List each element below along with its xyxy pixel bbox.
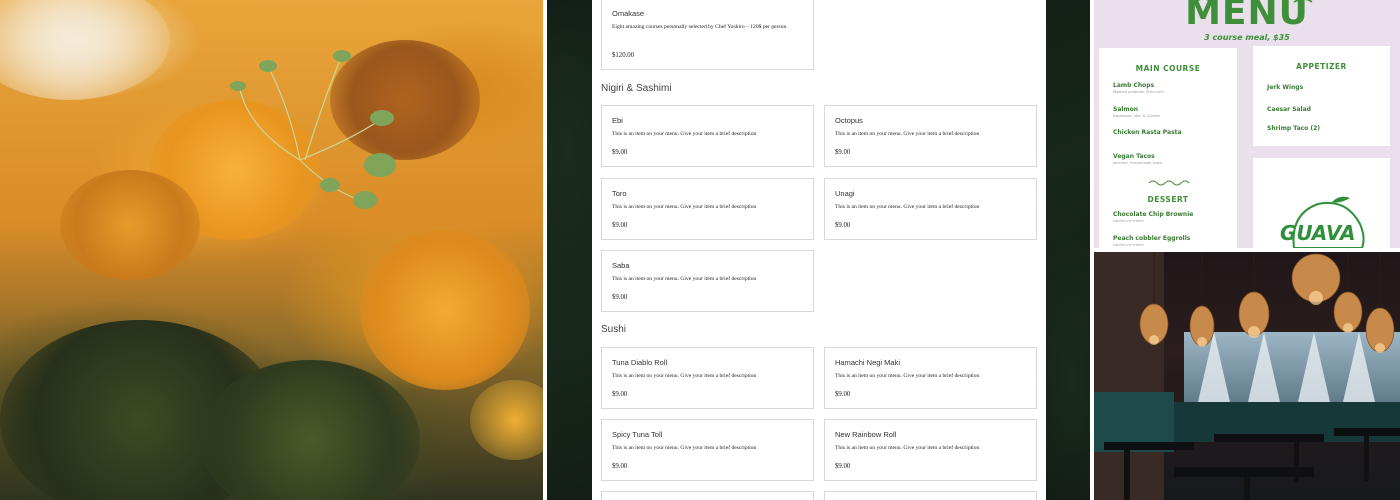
menu-item-octopus[interactable]: Octopus This is an item on your menu. Gi… [824,105,1037,167]
section-title-sushi: Sushi [601,324,627,335]
menu-item-name: Toro [612,189,627,198]
flyer-subtitle: 3 course meal, $35 [1204,33,1290,42]
menu-item-unagi[interactable]: Unagi This is an item on your menu. Give… [824,178,1037,240]
menu-item-description: This is an item on your menu. Give your … [612,276,757,282]
flyer-item-name: Peach cobbler Eggrolls [1113,235,1191,242]
flyer-item-note: Mashed potatoes, Broccolini [1113,90,1164,94]
menu-item-price: $9.00 [612,294,628,301]
main-course-heading: MAIN COURSE [1135,64,1201,73]
menu-item-price: $9.00 [612,149,628,156]
flyer-item-name: Chocolate Chip Brownie [1113,211,1194,218]
menu-item-spicy-tuna-toll[interactable]: Spicy Tuna Toll This is an item on your … [601,419,814,481]
flyer-title: MENU [1185,0,1309,33]
flyer-item-name: Vegan Tacos [1113,153,1155,160]
menu-item-description: This is an item on your menu. Give your … [835,131,980,137]
flyer-item-name: Chicken Rasta Pasta [1113,129,1182,136]
flyer-item-note: Jackfruit, Housemade salsa [1113,161,1162,165]
menu-item-partial[interactable] [601,491,814,500]
menu-item-hamachi-negi-maki[interactable]: Hamachi Negi Maki This is an item on you… [824,347,1037,409]
restaurant-interior-photo [1094,252,1400,500]
menu-item-price: $9.00 [835,391,851,398]
menu-item-price: $9.00 [835,222,851,229]
appetizer-column: APPETIZER Jerk Wings Caesar Salad Shrimp… [1253,46,1390,146]
guava-logo: GUAVA [1280,196,1365,248]
section-title-nigiri: Nigiri & Sashimi [601,83,672,94]
logo-text: GUAVA [1280,221,1355,245]
menu-item-description: This is an item on your menu. Give your … [835,204,980,210]
menu-item-description: This is an item on your menu. Give your … [835,373,980,379]
menu-item-saba[interactable]: Saba This is an item on your menu. Give … [601,250,814,312]
menu-item-name: Hamachi Negi Maki [835,358,901,367]
menu-item-name: Unagi [835,189,855,198]
microgreens-garnish [230,50,396,209]
menu-item-price: $9.00 [612,391,628,398]
menu-item-price: $9.00 [835,463,851,470]
main-course-column: MAIN COURSE Lamb Chops Mashed potatoes, … [1099,48,1237,248]
menu-item-description: This is an item on your menu. Give your … [612,131,757,137]
menu-item-description: This is an item on your menu. Give your … [835,445,980,451]
menu-item-name: Octopus [835,116,863,125]
menu-item-description: This is an item on your menu. Give your … [612,445,757,451]
dessert-heading: DESSERT [1147,195,1189,204]
menu-item-partial[interactable] [824,491,1037,500]
menu-item-price: $9.00 [612,222,628,229]
menu-item-description: This is an item on your menu. Give your … [612,204,757,210]
menu-item-price: $120.00 [612,52,635,59]
menu-item-new-rainbow-roll[interactable]: New Rainbow Roll This is an item on your… [824,419,1037,481]
flyer-item-name: Lamb Chops [1113,82,1155,89]
menu-item-name: Saba [612,261,630,270]
menu-item-ebi[interactable]: Ebi This is an item on your menu. Give y… [601,105,814,167]
menu-item-name: New Rainbow Roll [835,430,897,439]
flyer-item-name: Shrimp Taco (2) [1267,125,1321,132]
flyer-item-note: Vanilla ice cream [1113,219,1144,223]
menu-item-description: Eight amazing courses personally selecte… [612,24,787,30]
flyer-item-name: Jerk Wings [1267,84,1304,91]
flyer-item-name: Salmon [1113,106,1139,113]
appetizer-heading: APPETIZER [1296,62,1347,71]
flyer-item-name: Caesar Salad [1267,106,1311,113]
food-photo [0,0,543,500]
menu-item-omakase[interactable]: Omakase Eight amazing courses personally… [601,0,814,70]
flyer-item-note: Asparagus, Mac & Cheese [1113,114,1160,118]
squiggle-divider [1148,180,1190,186]
menu-item-name: Omakase [612,9,645,18]
flyer-item-note: Vanilla ice cream [1113,243,1144,247]
menu-item-price: $9.00 [835,149,851,156]
menu-item-toro[interactable]: Toro This is an item on your menu. Give … [601,178,814,240]
sushi-menu-panel: Omakase Eight amazing courses personally… [547,0,1090,500]
menu-item-name: Tuna Diablo Roll [612,358,668,367]
menu-item-description: This is an item on your menu. Give your … [612,373,757,379]
menu-item-tuna-diablo-roll[interactable]: Tuna Diablo Roll This is an item on your… [601,347,814,409]
menu-item-name: Ebi [612,116,623,125]
menu-item-price: $9.00 [612,463,628,470]
interior-scene [1094,252,1400,500]
menu-item-name: Spicy Tuna Toll [612,430,663,439]
